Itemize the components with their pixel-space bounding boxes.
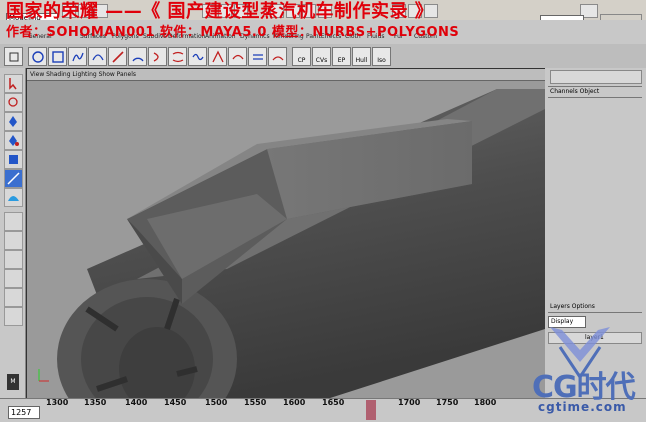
four-view-layout-icon[interactable] [4, 231, 23, 250]
nurbs-circle-icon[interactable] [28, 47, 47, 66]
timeline-tick: 1750 [436, 398, 459, 407]
lasso-tool-icon[interactable] [4, 93, 23, 112]
current-time-marker[interactable] [366, 400, 376, 420]
layer-editor-header[interactable]: Layers Options [548, 302, 642, 313]
hull-button[interactable]: Hull [352, 47, 371, 66]
cp-button[interactable]: CP [292, 47, 311, 66]
overlay-credits: 作者：SOHOMAN001 软件：MAYA5.0 模型：NURBS+POLYGO… [6, 25, 460, 40]
loft-icon[interactable] [168, 47, 187, 66]
timeline-tick: 1550 [244, 398, 267, 407]
shelf-menu-icon[interactable] [4, 47, 23, 66]
revolve-icon[interactable] [148, 47, 167, 66]
nurbs-square-icon[interactable] [48, 47, 67, 66]
square-surface-icon[interactable] [268, 47, 287, 66]
birail-icon[interactable] [248, 47, 267, 66]
cvs-button[interactable]: CVs [312, 47, 331, 66]
move-tool-icon[interactable] [4, 112, 23, 131]
pencil-curve-icon[interactable] [108, 47, 127, 66]
single-perspective-layout-icon[interactable] [4, 212, 23, 231]
perspective-viewport[interactable]: View Shading Lighting Show Panels [26, 68, 546, 400]
timeline-tick: 1650 [322, 398, 345, 407]
channel-box-toolbar[interactable] [550, 70, 642, 84]
arc-tool-icon[interactable] [128, 47, 147, 66]
select-tool-icon[interactable] [4, 74, 23, 93]
channel-box-header[interactable]: Channels Object [548, 86, 642, 98]
start-frame-field[interactable]: 1257 [8, 406, 40, 419]
watermark-url: cgtime.com [538, 400, 627, 414]
cv-curve-icon[interactable] [68, 47, 87, 66]
timeline-tick: 1800 [474, 398, 497, 407]
extrude-icon[interactable] [208, 47, 227, 66]
rotate-tool-icon[interactable] [4, 131, 23, 150]
iso-button[interactable]: Iso [372, 47, 391, 66]
graph-layout-icon[interactable] [4, 269, 23, 288]
maya-logo-icon: M [7, 374, 19, 390]
timeline-tick: 1300 [46, 398, 69, 407]
timeline-tick: 1600 [283, 398, 306, 407]
timeline-tick: 1500 [205, 398, 228, 407]
timeline-tick: 1700 [398, 398, 421, 407]
ep-curve-icon[interactable] [88, 47, 107, 66]
timeline-tick: 1350 [84, 398, 107, 407]
timeline-tick: 1400 [125, 398, 148, 407]
outliner-layout-icon[interactable] [4, 250, 23, 269]
last-tool-icon[interactable] [4, 188, 23, 207]
timeline-tick: 1450 [164, 398, 187, 407]
ep-button[interactable]: EP [332, 47, 351, 66]
render-layout-icon[interactable] [4, 307, 23, 326]
manipulator-tool-icon[interactable] [4, 169, 23, 188]
boundary-icon[interactable] [228, 47, 247, 66]
hypershade-layout-icon[interactable] [4, 288, 23, 307]
planar-icon[interactable] [188, 47, 207, 66]
scale-tool-icon[interactable] [4, 150, 23, 169]
locomotive-model [38, 89, 545, 399]
